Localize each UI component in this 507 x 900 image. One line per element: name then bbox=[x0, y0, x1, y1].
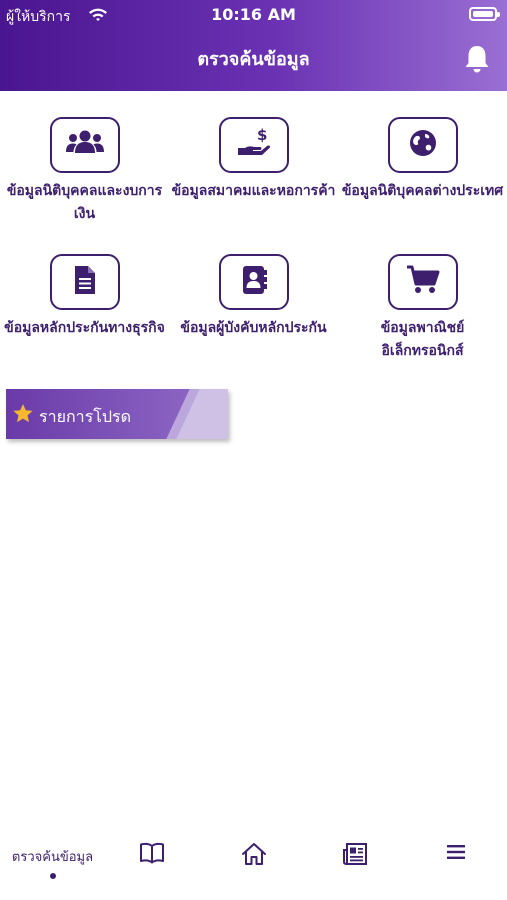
book-icon bbox=[101, 842, 202, 864]
tile-icon-box bbox=[218, 254, 289, 310]
tile-label: ข้อมูลผู้บังคับหลักประกัน bbox=[180, 320, 327, 336]
status-time: 10:16 AM bbox=[211, 5, 296, 24]
bottom-tab-bar: ตรวจค้นข้อมูล bbox=[0, 828, 507, 900]
tab-news[interactable] bbox=[304, 842, 405, 892]
newspaper-icon bbox=[304, 842, 405, 866]
star-icon bbox=[12, 403, 34, 428]
tile-icon-box bbox=[387, 117, 458, 173]
tile-label: ข้อมูลสมาคมและหอการค้า bbox=[171, 183, 336, 199]
banner-stripe bbox=[166, 389, 200, 439]
tab-home[interactable] bbox=[203, 842, 304, 892]
battery-icon bbox=[469, 7, 500, 21]
home-icon bbox=[203, 842, 304, 866]
tile-business-collateral[interactable]: ข้อมูลหลักประกันทางธุรกิจ bbox=[0, 254, 169, 340]
tile-foreign-juristic[interactable]: ข้อมูลนิติบุคคลต่างประเทศ bbox=[338, 117, 507, 203]
tab-book[interactable] bbox=[101, 842, 202, 892]
tile-association[interactable]: $ ข้อมูลสมาคมและหอการค้า bbox=[169, 117, 338, 203]
tile-collateral-enforcer[interactable]: ข้อมูลผู้บังคับหลักประกัน bbox=[169, 254, 338, 340]
favorites-label: รายการโปรด bbox=[39, 407, 131, 426]
group-icon bbox=[65, 129, 105, 161]
cart-icon bbox=[406, 265, 440, 299]
active-indicator bbox=[49, 873, 56, 879]
tile-ecommerce[interactable]: ข้อมูลพาณิชย์อิเล็กทรอนิกส์ bbox=[338, 254, 507, 363]
tile-icon-box bbox=[49, 117, 120, 173]
page-title: ตรวจค้นข้อมูล bbox=[197, 49, 310, 70]
svg-text:$: $ bbox=[257, 126, 267, 144]
tile-label: ข้อมูลนิติบุคคลต่างประเทศ bbox=[341, 183, 504, 199]
tile-icon-box bbox=[49, 254, 120, 310]
tile-juristic-person[interactable]: ข้อมูลนิติบุคคลและงบการเงิน bbox=[0, 117, 169, 226]
globe-icon bbox=[408, 128, 438, 162]
tile-icon-box: $ bbox=[218, 117, 289, 173]
menu-icon bbox=[405, 842, 506, 862]
tab-menu[interactable] bbox=[405, 842, 506, 892]
tile-icon-box bbox=[387, 254, 458, 310]
app-header: ผู้ให้บริการ 10:16 AM ตรวจค้นข้อมูล bbox=[0, 0, 507, 91]
tile-label: ข้อมูลพาณิชย์อิเล็กทรอนิกส์ bbox=[380, 320, 465, 359]
hand-money-icon: $ bbox=[236, 126, 272, 164]
tab-search[interactable]: ตรวจค้นข้อมูล bbox=[2, 842, 103, 892]
tab-search-label: ตรวจค้นข้อมูล bbox=[11, 850, 94, 865]
contact-book-icon bbox=[240, 265, 268, 299]
bell-icon[interactable] bbox=[463, 44, 491, 74]
status-bar: ผู้ให้บริการ 10:16 AM bbox=[0, 0, 507, 32]
document-icon bbox=[73, 265, 97, 299]
favorites-banner[interactable]: รายการโปรด bbox=[6, 389, 228, 439]
tile-label: ข้อมูลหลักประกันทางธุรกิจ bbox=[4, 320, 165, 336]
tile-label: ข้อมูลนิติบุคคลและงบการเงิน bbox=[6, 183, 163, 222]
